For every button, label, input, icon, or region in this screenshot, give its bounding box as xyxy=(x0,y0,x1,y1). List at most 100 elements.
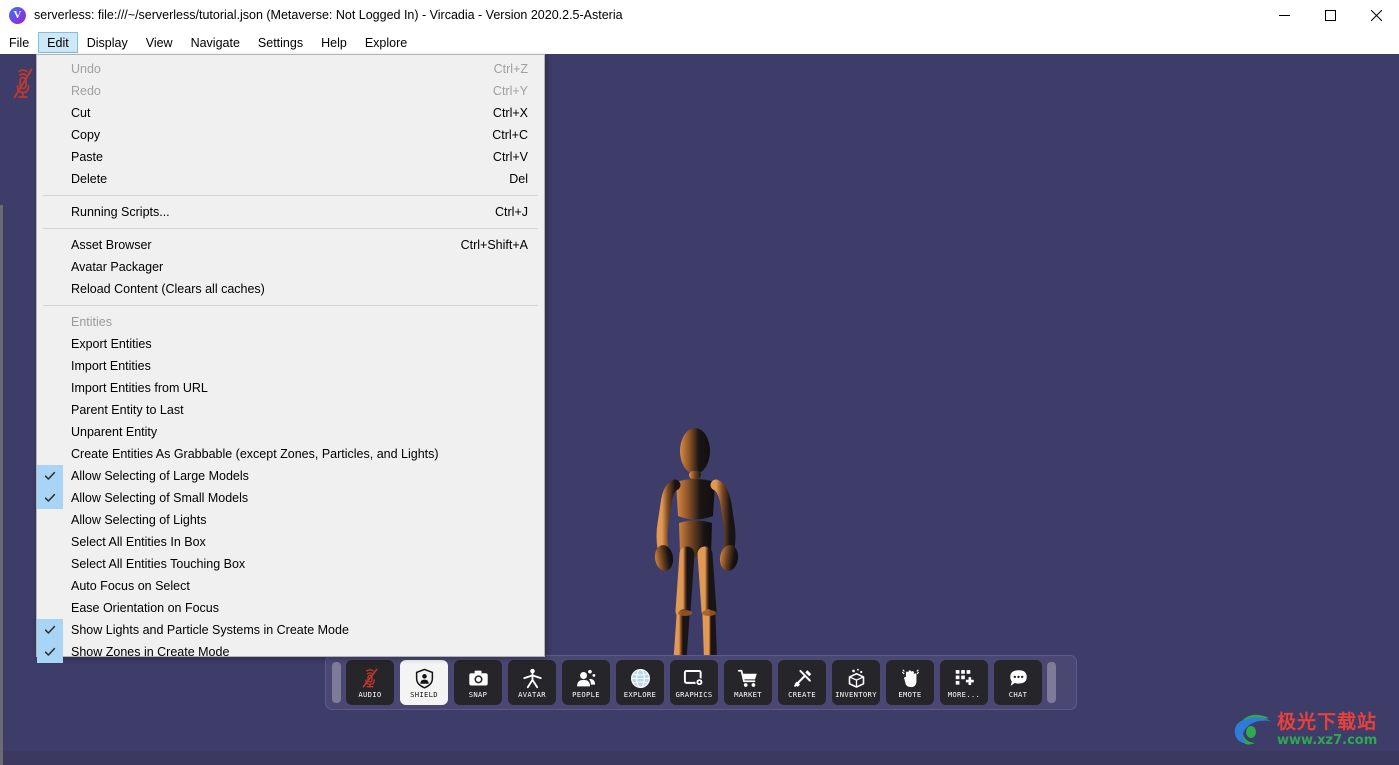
menu-item-label: Parent Entity to Last xyxy=(71,403,184,417)
menubar-item-navigate[interactable]: Navigate xyxy=(182,32,249,53)
menu-item-label: Select All Entities Touching Box xyxy=(71,557,246,571)
menu-item-running-scripts[interactable]: Running Scripts... Ctrl+J xyxy=(37,201,544,223)
menu-item-label: Create Entities As Grabbable (except Zon… xyxy=(71,447,439,461)
people-group-icon xyxy=(572,666,600,690)
menu-item-import-entities[interactable]: Import Entities xyxy=(37,355,544,377)
menu-item-label: Ease Orientation on Focus xyxy=(71,601,219,615)
menu-item-indent xyxy=(37,553,63,575)
menu-item-label: Export Entities xyxy=(71,337,152,351)
toolbar-button-shield[interactable]: SHIELD xyxy=(400,660,448,705)
menu-item-allow-selecting-of-small-models[interactable]: Allow Selecting of Small Models xyxy=(37,487,544,509)
toolbar-button-market[interactable]: MARKET xyxy=(724,660,772,705)
close-button[interactable] xyxy=(1353,0,1399,31)
toolbar-button-label: AVATAR xyxy=(518,690,546,700)
menu-item-avatar-packager[interactable]: Avatar Packager xyxy=(37,256,544,278)
toolbar-button-create[interactable]: CREATE xyxy=(778,660,826,705)
toolbar-button-snap[interactable]: SNAP xyxy=(454,660,502,705)
menubar-item-edit[interactable]: Edit xyxy=(38,32,78,53)
maximize-button[interactable] xyxy=(1307,0,1353,31)
toolbar-scroll-left[interactable] xyxy=(332,662,341,703)
menu-item-allow-selecting-of-large-models[interactable]: Allow Selecting of Large Models xyxy=(37,465,544,487)
hammer-wrench-icon xyxy=(788,666,816,690)
menu-item-indent xyxy=(37,80,63,102)
menubar-item-settings[interactable]: Settings xyxy=(249,32,312,53)
menu-item-label: Entities xyxy=(71,315,112,329)
menu-bar: File Edit Display View Navigate Settings Help E… xyxy=(0,31,1399,54)
menu-item-allow-selecting-of-lights[interactable]: Allow Selecting of Lights xyxy=(37,509,544,531)
toolbar-button-inventory[interactable]: INVENTORY xyxy=(832,660,880,705)
shield-person-icon xyxy=(410,666,438,690)
menubar-item-file[interactable]: File xyxy=(0,32,38,53)
toolbar-button-label: MORE... xyxy=(947,690,981,700)
menu-item-cut[interactable]: Cut Ctrl+X xyxy=(37,102,544,124)
menu-item-parent-entity-to-last[interactable]: Parent Entity to Last xyxy=(37,399,544,421)
toolbar-button-explore[interactable]: EXPLORE xyxy=(616,660,664,705)
menu-item-label: Undo xyxy=(71,62,101,76)
toolbar-button-avatar[interactable]: AVATAR xyxy=(508,660,556,705)
toolbar-button-label: GRAPHICS xyxy=(675,690,713,700)
toolbar-button-graphics[interactable]: GRAPHICS xyxy=(670,660,718,705)
menu-item-show-zones-in-create-mode[interactable]: Show Zones in Create Mode xyxy=(37,641,544,663)
toolbar-button-label: PEOPLE xyxy=(572,690,600,700)
toolbar-button-chat[interactable]: CHAT xyxy=(994,660,1042,705)
menu-item-shortcut: Ctrl+V xyxy=(492,150,528,164)
chat-bubble-icon xyxy=(1004,666,1032,690)
toolbar-button-label: SHIELD xyxy=(410,690,438,700)
application-window: V serverless: file:///~/serverless/tutor… xyxy=(0,0,1399,765)
menu-item-indent xyxy=(37,102,63,124)
menu-item-delete[interactable]: Delete Del xyxy=(37,168,544,190)
menu-item-paste[interactable]: Paste Ctrl+V xyxy=(37,146,544,168)
menu-item-export-entities[interactable]: Export Entities xyxy=(37,333,544,355)
menubar-item-view[interactable]: View xyxy=(137,32,182,53)
toolbar-button-emote[interactable]: EMOTE xyxy=(886,660,934,705)
microphone-muted-icon xyxy=(356,666,384,690)
toolbar-button-audio[interactable]: AUDIO xyxy=(346,660,394,705)
left-edge-strip xyxy=(0,205,3,765)
edit-menu-dropdown: Undo Ctrl+Z Redo Ctrl+Y Cut Ctrl+X Copy Ctrl+C P… xyxy=(36,54,545,663)
menu-item-undo: Undo Ctrl+Z xyxy=(37,58,544,80)
menu-item-show-lights-and-particle-systems-in-create-mode[interactable]: Show Lights and Particle Systems in Crea… xyxy=(37,619,544,641)
menu-item-label: Asset Browser xyxy=(71,238,152,252)
menu-item-label: Show Lights and Particle Systems in Crea… xyxy=(71,623,349,637)
menu-item-asset-browser[interactable]: Asset Browser Ctrl+Shift+A xyxy=(37,234,544,256)
box-sparkle-icon xyxy=(842,666,870,690)
menu-item-reload-content-clears-all-caches[interactable]: Reload Content (Clears all caches) xyxy=(37,278,544,300)
toolbar-button-label: INVENTORY xyxy=(835,690,877,700)
camera-icon xyxy=(464,666,492,690)
menu-item-create-entities-as-grabbable-except-zones-particles-and-lights[interactable]: Create Entities As Grabbable (except Zon… xyxy=(37,443,544,465)
menubar-item-display[interactable]: Display xyxy=(78,32,137,53)
menu-item-label: Paste xyxy=(71,150,103,164)
menu-item-indent xyxy=(37,597,63,619)
menu-item-redo: Redo Ctrl+Y xyxy=(37,80,544,102)
minimize-button[interactable] xyxy=(1261,0,1307,31)
toolbar-button-label: CHAT xyxy=(1008,690,1028,700)
menu-item-shortcut: Ctrl+X xyxy=(492,106,528,120)
menu-item-auto-focus-on-select[interactable]: Auto Focus on Select xyxy=(37,575,544,597)
menu-item-unparent-entity[interactable]: Unparent Entity xyxy=(37,421,544,443)
menu-item-indent xyxy=(37,575,63,597)
menu-item-import-entities-from-url[interactable]: Import Entities from URL xyxy=(37,377,544,399)
monitor-gear-icon xyxy=(680,666,708,690)
toolbar-scroll-right[interactable] xyxy=(1047,662,1056,703)
menu-item-select-all-entities-in-box[interactable]: Select All Entities In Box xyxy=(37,531,544,553)
toolbar-button-more[interactable]: MORE... xyxy=(940,660,988,705)
menubar-item-help[interactable]: Help xyxy=(312,32,356,53)
menu-item-label: Allow Selecting of Large Models xyxy=(71,469,249,483)
menu-item-indent xyxy=(37,509,63,531)
checkmark-icon xyxy=(37,487,63,509)
menu-item-indent xyxy=(37,234,63,256)
menu-item-label: Reload Content (Clears all caches) xyxy=(71,282,265,296)
menu-item-select-all-entities-touching-box[interactable]: Select All Entities Touching Box xyxy=(37,553,544,575)
menubar-item-explore[interactable]: Explore xyxy=(356,32,416,53)
toolbar-button-people[interactable]: PEOPLE xyxy=(562,660,610,705)
checkmark-icon xyxy=(37,465,63,487)
menu-item-shortcut: Ctrl+Shift+A xyxy=(460,238,528,252)
microphone-muted-icon[interactable] xyxy=(10,67,36,101)
menu-item-ease-orientation-on-focus[interactable]: Ease Orientation on Focus xyxy=(37,597,544,619)
menu-item-label: Allow Selecting of Small Models xyxy=(71,491,249,505)
menu-item-indent xyxy=(37,201,63,223)
menu-item-shortcut: Ctrl+Z xyxy=(493,62,528,76)
checkmark-icon xyxy=(37,619,63,641)
menu-item-copy[interactable]: Copy Ctrl+C xyxy=(37,124,544,146)
menu-item-label: Import Entities xyxy=(71,359,151,373)
